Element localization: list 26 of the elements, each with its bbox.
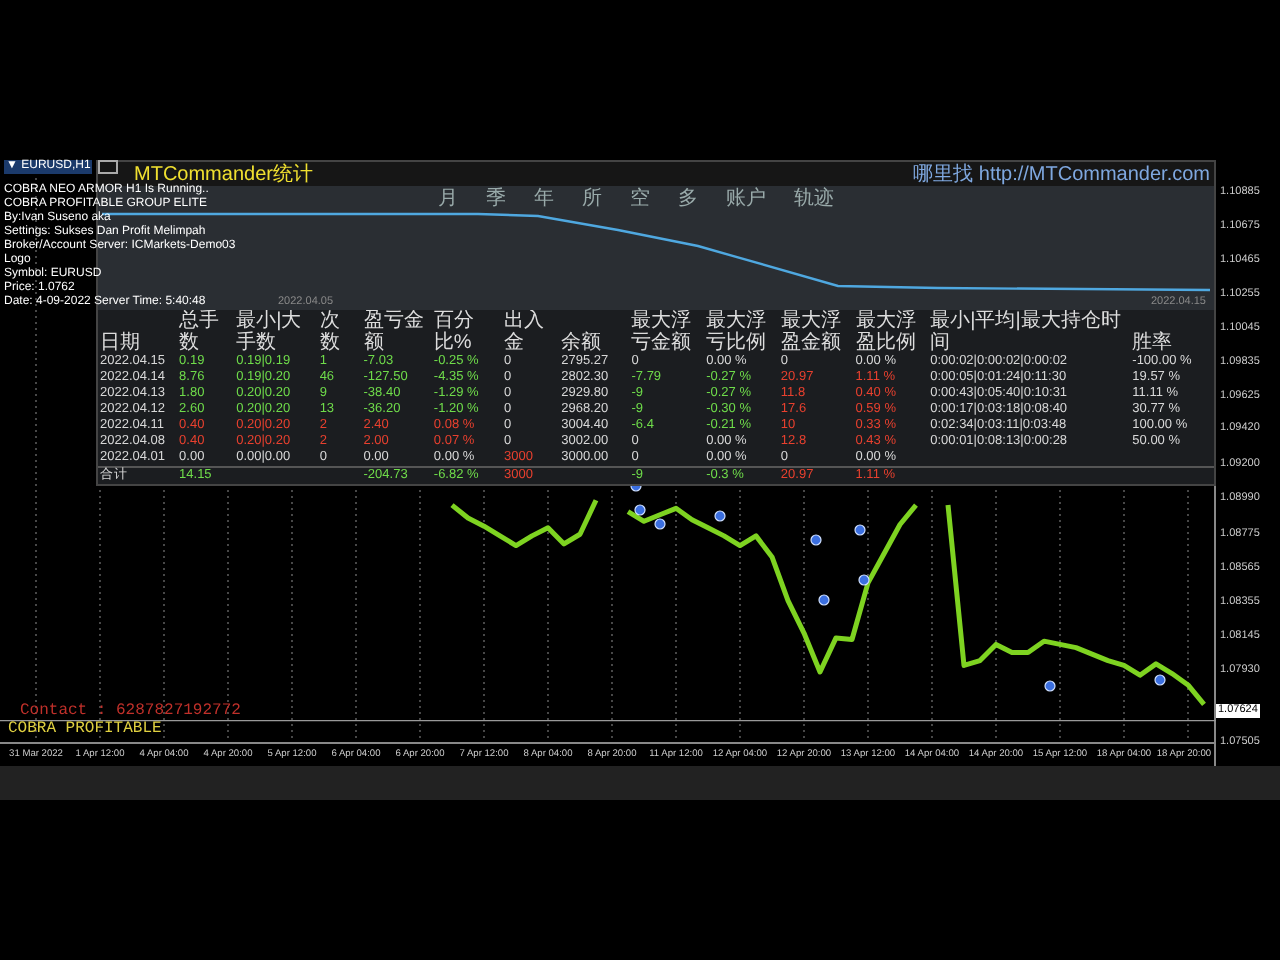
contact-text: Contact : 6287827192772 [20,700,241,721]
column-header: 总手数 [179,310,222,354]
column-header: 最大浮盈比例 [855,310,918,354]
period-tab[interactable]: 轨迹 [794,188,834,210]
period-tab[interactable]: 所 [582,188,602,210]
period-tab[interactable]: 季 [486,188,506,210]
period-tab[interactable]: 多 [678,188,698,210]
column-header: 日期 [100,332,142,354]
period-tab[interactable]: 账户 [726,188,766,210]
column-header: 最大浮亏金额 [631,310,694,354]
column-header: 最大浮盈金额 [780,310,843,354]
column-header: 百分比% [433,310,476,354]
column-header: 最小|大手数 [236,310,304,354]
column-header: 出入金 [504,310,547,354]
period-tab[interactable]: 月 [438,188,458,210]
column-header: 余额 [561,332,604,354]
panel-title: MTCommander统计 [134,163,313,185]
period-tab[interactable]: 空 [630,188,650,210]
column-header: 最小|平均|最大持仓时间 [930,310,1123,354]
brand-text: COBRA PROFITABLE [8,718,162,742]
column-header: 最大浮亏比例 [706,310,769,354]
website-link[interactable]: 哪里找 http://MTCommander.com [913,163,1210,185]
column-header: 盈亏金额 [363,310,426,354]
period-tab[interactable]: 年 [534,188,554,210]
column-header: 胜率 [1132,332,1175,354]
column-header: 次数 [319,310,342,354]
